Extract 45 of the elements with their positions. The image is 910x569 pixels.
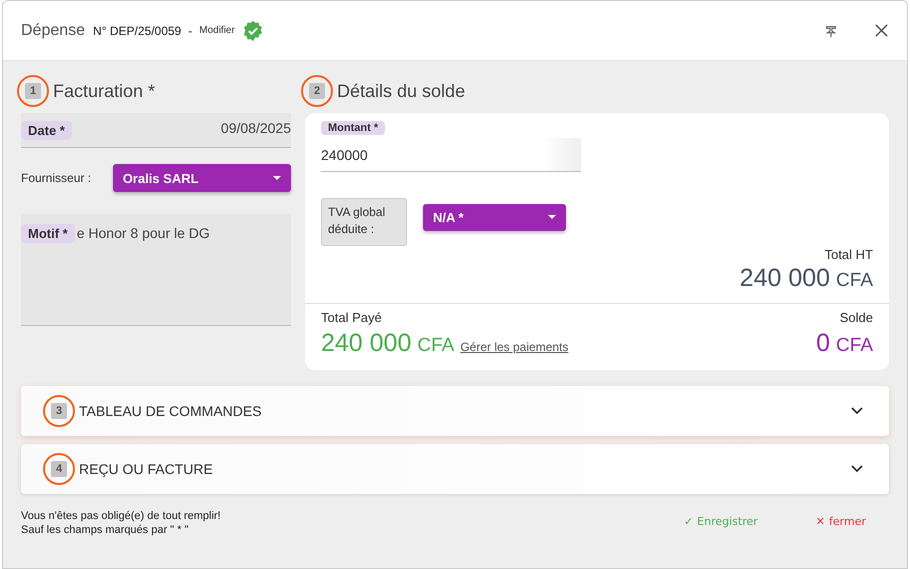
supplier-dropdown[interactable]: Oralis SARL	[112, 164, 291, 192]
step-number: 1	[25, 83, 41, 99]
motif-value: e Honor 8 pour le DG	[76, 225, 210, 241]
balance-amount: 0	[816, 329, 830, 358]
footer-note: Sauf les champs marqués par " * "	[21, 524, 190, 536]
separator: -	[188, 24, 192, 38]
footer-note: Vous n'êtes pas obligé(e) de tout remplir!	[21, 510, 221, 522]
motif-textarea[interactable]: Motif * e Honor 8 pour le DG	[21, 214, 291, 326]
section-title: Détails du solde	[337, 80, 466, 102]
step-number: 2	[309, 83, 325, 99]
close-icon: ✕	[816, 515, 826, 529]
mode-label: Modifier	[199, 25, 235, 36]
check-icon: ✓	[684, 515, 694, 529]
reference-number: N° DEP/25/0059	[93, 24, 182, 38]
supplier-label: Fournisseur :	[21, 171, 92, 185]
total-paid-label: Total Payé	[321, 310, 383, 325]
currency-label: CFA	[836, 335, 873, 357]
caret-icon	[273, 176, 281, 180]
panel-title: TABLEAU DE COMMANDES	[79, 403, 262, 419]
total-ht-label: Total HT	[824, 247, 873, 262]
field-label: Montant *	[321, 121, 386, 135]
caret-icon	[548, 215, 556, 219]
currency-label: CFA	[836, 270, 873, 292]
step-number: 3	[51, 403, 67, 419]
field-label: Motif *	[21, 224, 75, 243]
step-number: 4	[51, 461, 67, 477]
currency-label: CFA	[417, 335, 454, 357]
close-icon[interactable]	[874, 23, 889, 38]
tva-label: TVA global déduite :	[321, 198, 407, 246]
manage-payments-link[interactable]: Gérer les paiements	[460, 340, 568, 354]
balance-label: Solde	[840, 310, 873, 325]
pin-icon[interactable]	[824, 24, 838, 38]
total-ht-amount: 240 000	[740, 264, 830, 293]
accordion-panel[interactable]: 3 TABLEAU DE COMMANDES	[21, 386, 889, 436]
close-button[interactable]: ✕ fermer	[812, 508, 869, 536]
tva-dropdown[interactable]: N/A *	[423, 204, 566, 230]
amount-field[interactable]: 240000	[321, 138, 581, 172]
date-value: 09/08/2025	[220, 120, 291, 136]
section-title: Facturation *	[53, 80, 156, 102]
date-field[interactable]: Date * 09/08/2025	[21, 113, 291, 148]
panel-title: REÇU OU FACTURE	[79, 461, 213, 477]
accordion-panel[interactable]: 4 REÇU OU FACTURE	[21, 444, 889, 494]
total-paid-amount: 240 000	[321, 329, 412, 358]
field-label: Date *	[21, 120, 72, 140]
window-title: Dépense	[21, 22, 86, 40]
